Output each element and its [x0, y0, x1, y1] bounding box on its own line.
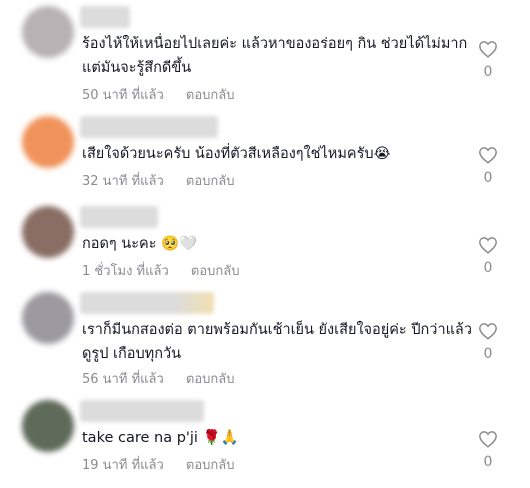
- comment-text: เสียใจด้วยนะครับ น้องที่ตัวสีเหลืองๆใช่ไ…: [82, 146, 391, 162]
- like-count: 0: [483, 170, 493, 186]
- comment-time: 1 ชั่วโมง ที่แล้ว: [82, 264, 169, 279]
- reply-button[interactable]: ตอบกลับ: [186, 458, 235, 473]
- comment-time: 32 นาที ที่แล้ว: [82, 174, 164, 189]
- username-redacted[interactable]: [80, 116, 218, 138]
- comment-meta: 32 นาที ที่แล้ว ตอบกลับ: [82, 170, 235, 191]
- comment-time: 19 นาที ที่แล้ว: [82, 458, 164, 473]
- username-redacted[interactable]: [80, 292, 214, 314]
- like-control: 0: [476, 322, 500, 362]
- comment-time: 50 นาที ที่แล้ว: [82, 88, 164, 103]
- comment-meta: 50 นาที ที่แล้ว ตอบกลับ: [82, 84, 235, 105]
- username-redacted[interactable]: [80, 400, 204, 422]
- like-control: 0: [476, 236, 500, 276]
- like-control: 0: [476, 40, 500, 80]
- reply-button[interactable]: ตอบกลับ: [186, 372, 235, 387]
- heart-icon[interactable]: [478, 146, 498, 164]
- comment-text: เราก็มีนกสองต่อ ตายพร้อมกันเช้าเย็น ยังเ…: [82, 322, 472, 362]
- like-count: 0: [483, 260, 493, 276]
- heart-icon[interactable]: [478, 236, 498, 254]
- comment-time: 56 นาที ที่แล้ว: [82, 372, 164, 387]
- comment-text: กอดๆ นะคะ 🥺🤍: [82, 236, 198, 252]
- comment-text: ร้องไห้ให้เหนื่อยไปเลยค่ะ แล้วหาของอร่อย…: [82, 36, 468, 76]
- comment-meta: 1 ชั่วโมง ที่แล้ว ตอบกลับ: [82, 260, 240, 281]
- avatar[interactable]: [22, 206, 74, 258]
- like-count: 0: [483, 346, 493, 362]
- username-redacted[interactable]: [80, 206, 158, 228]
- reply-button[interactable]: ตอบกลับ: [186, 88, 235, 103]
- like-control: 0: [476, 430, 500, 470]
- like-count: 0: [483, 64, 493, 80]
- reply-button[interactable]: ตอบกลับ: [186, 174, 235, 189]
- comment-meta: 19 นาที ที่แล้ว ตอบกลับ: [82, 454, 235, 475]
- like-control: 0: [476, 146, 500, 186]
- like-count: 0: [483, 454, 493, 470]
- heart-icon[interactable]: [478, 40, 498, 58]
- avatar[interactable]: [22, 6, 74, 58]
- comment-text: take care na p'ji 🌹🙏: [82, 430, 239, 446]
- avatar[interactable]: [22, 400, 74, 452]
- heart-icon[interactable]: [478, 430, 498, 448]
- username-redacted[interactable]: [80, 6, 130, 28]
- avatar[interactable]: [22, 292, 74, 344]
- heart-icon[interactable]: [478, 322, 498, 340]
- reply-button[interactable]: ตอบกลับ: [191, 264, 240, 279]
- comment-meta: 56 นาที ที่แล้ว ตอบกลับ: [82, 368, 235, 389]
- avatar[interactable]: [22, 116, 74, 168]
